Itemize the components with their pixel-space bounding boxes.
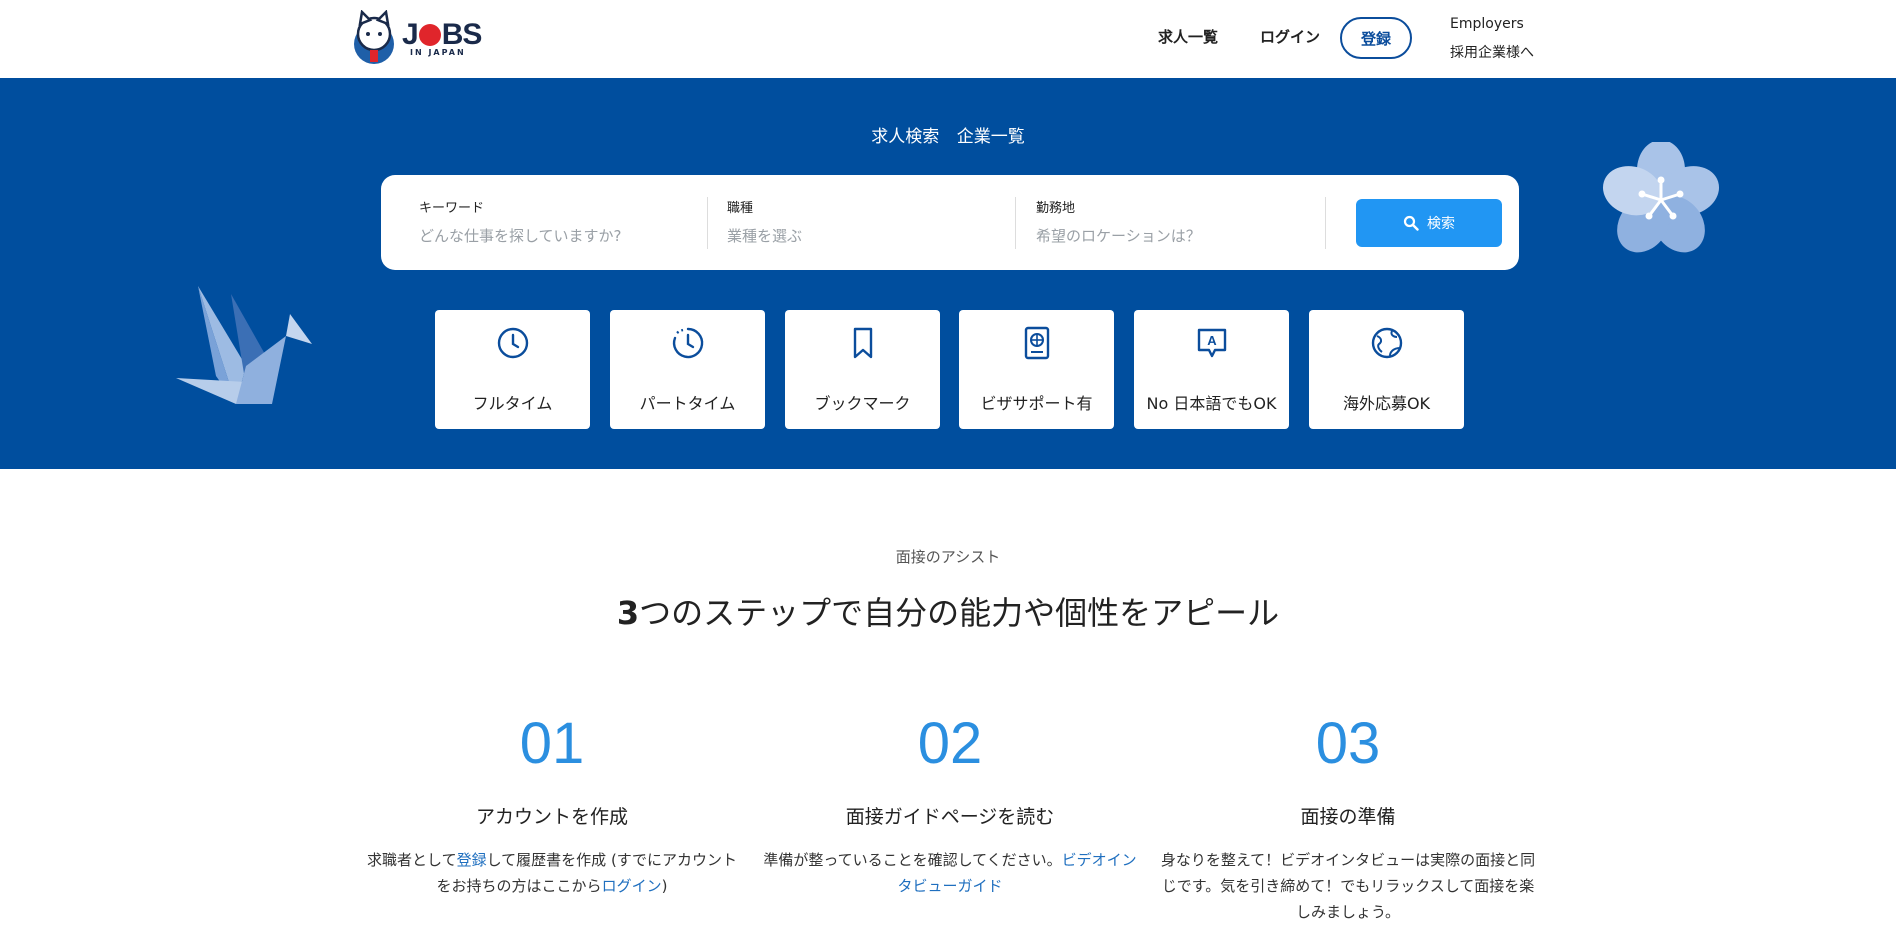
step-title: 面接ガイドページを読む bbox=[845, 806, 1055, 828]
register-button[interactable]: 登録 bbox=[1340, 17, 1412, 59]
globe-icon bbox=[1371, 327, 1403, 359]
step-number: 03 bbox=[1315, 711, 1381, 776]
section-headline: 3つのステップで自分の能力や個性をアピール bbox=[0, 588, 1896, 634]
keyword-label: キーワード bbox=[419, 201, 485, 216]
logo-red-dot bbox=[418, 24, 441, 46]
category-label: 海外応募OK bbox=[1342, 394, 1431, 413]
step-description: 求職者として登録して履歴書を作成 (すでにアカウントをお持ちの方はここからログイ… bbox=[362, 847, 742, 899]
headline-number: 3 bbox=[616, 594, 640, 632]
search-button[interactable]: 検索 bbox=[1356, 199, 1502, 247]
bookmark-icon bbox=[853, 327, 873, 359]
category-part-time[interactable]: パートタイム bbox=[610, 310, 765, 429]
nav-jobs-link[interactable]: 求人一覧 bbox=[1158, 26, 1218, 47]
category-label: フルタイム bbox=[472, 394, 553, 413]
passport-icon bbox=[1024, 326, 1050, 360]
step-2: 02 面接ガイドページを読む 準備が整っていることを確認してください。ビデオイン… bbox=[760, 708, 1140, 899]
step-3: 03 面接の準備 身なりを整えて！ビデオインタビューは実際の面接と同じです。気を… bbox=[1158, 708, 1538, 925]
step-title: アカウントを作成 bbox=[475, 806, 628, 828]
svg-text:A: A bbox=[1207, 333, 1217, 348]
speech-bubble-a-icon: A bbox=[1197, 328, 1227, 358]
location-label: 勤務地 bbox=[1036, 201, 1076, 216]
step-desc-text: 求職者として bbox=[367, 851, 457, 869]
step-number: 01 bbox=[519, 711, 585, 776]
employers-link-en[interactable]: Employers bbox=[1450, 16, 1524, 32]
location-input[interactable] bbox=[1036, 227, 1316, 245]
tab-company-list[interactable]: 企業一覧 bbox=[957, 127, 1025, 147]
category-full-time[interactable]: フルタイム bbox=[435, 310, 590, 429]
logo-wordmark[interactable]: J BS bbox=[402, 18, 482, 52]
login-link[interactable]: ログイン bbox=[602, 877, 662, 895]
keyword-field: キーワード bbox=[419, 197, 719, 245]
sakura-flower-icon bbox=[1602, 142, 1720, 253]
category-label: パートタイム bbox=[639, 394, 736, 413]
step-title: 面接の準備 bbox=[1300, 806, 1396, 828]
hero-search-section: 求人検索 企業一覧 キーワード どんな仕事を探していますか? 職種 業種を選ぶ … bbox=[0, 78, 1896, 469]
occupation-select[interactable] bbox=[727, 227, 1007, 245]
category-no-japanese[interactable]: A No 日本語でもOK bbox=[1134, 310, 1289, 429]
clock-icon bbox=[497, 327, 529, 359]
step-desc-text: 準備が整っていることを確認してください。 bbox=[763, 851, 1062, 869]
step-desc-text: ) bbox=[661, 877, 668, 895]
location-field: 勤務地 bbox=[1036, 197, 1336, 245]
employers-link-ja[interactable]: 採用企業様へ bbox=[1450, 42, 1534, 62]
category-bookmark[interactable]: ブックマーク bbox=[785, 310, 940, 429]
step-description: 身なりを整えて！ビデオインタビューは実際の面接と同じです。気を引き締めて！でもリ… bbox=[1160, 851, 1536, 921]
search-icon bbox=[1403, 215, 1419, 231]
step-number: 02 bbox=[917, 711, 983, 776]
part-time-clock-icon bbox=[672, 327, 704, 359]
step-description: 準備が整っていることを確認してください。ビデオインタビューガイド bbox=[760, 847, 1140, 899]
keyword-input[interactable] bbox=[419, 227, 699, 245]
job-search-form: キーワード 職種 勤務地 検索 bbox=[381, 175, 1519, 270]
category-label: No 日本語でもOK bbox=[1146, 394, 1277, 413]
field-divider bbox=[707, 197, 708, 249]
register-link[interactable]: 登録 bbox=[457, 851, 487, 869]
origami-crane-icon bbox=[176, 286, 312, 404]
category-visa-support[interactable]: ビザサポート有 bbox=[959, 310, 1114, 429]
category-label: ビザサポート有 bbox=[980, 394, 1093, 413]
tab-job-search[interactable]: 求人検索 bbox=[871, 127, 939, 147]
section-eyebrow: 面接のアシスト bbox=[895, 548, 1001, 566]
step-1: 01 アカウントを作成 求職者として登録して履歴書を作成 (すでにアカウントをお… bbox=[362, 708, 742, 899]
lucky-cat-icon bbox=[354, 10, 394, 64]
occupation-field: 職種 bbox=[727, 197, 1027, 245]
category-label: ブックマーク bbox=[814, 394, 911, 413]
field-divider bbox=[1325, 197, 1326, 249]
occupation-label: 職種 bbox=[727, 201, 754, 216]
headline-text: つのステップで自分の能力や個性をアピール bbox=[639, 594, 1280, 632]
logo-subtitle: IN JAPAN bbox=[410, 48, 466, 57]
field-divider bbox=[1015, 197, 1016, 249]
site-header: J BS IN JAPAN 求人一覧 ログイン 登録 Employers 採用企業… bbox=[0, 0, 1896, 78]
nav-login-link[interactable]: ログイン bbox=[1260, 26, 1320, 47]
search-button-label: 検索 bbox=[1427, 216, 1455, 232]
category-overseas-ok[interactable]: 海外応募OK bbox=[1309, 310, 1464, 429]
